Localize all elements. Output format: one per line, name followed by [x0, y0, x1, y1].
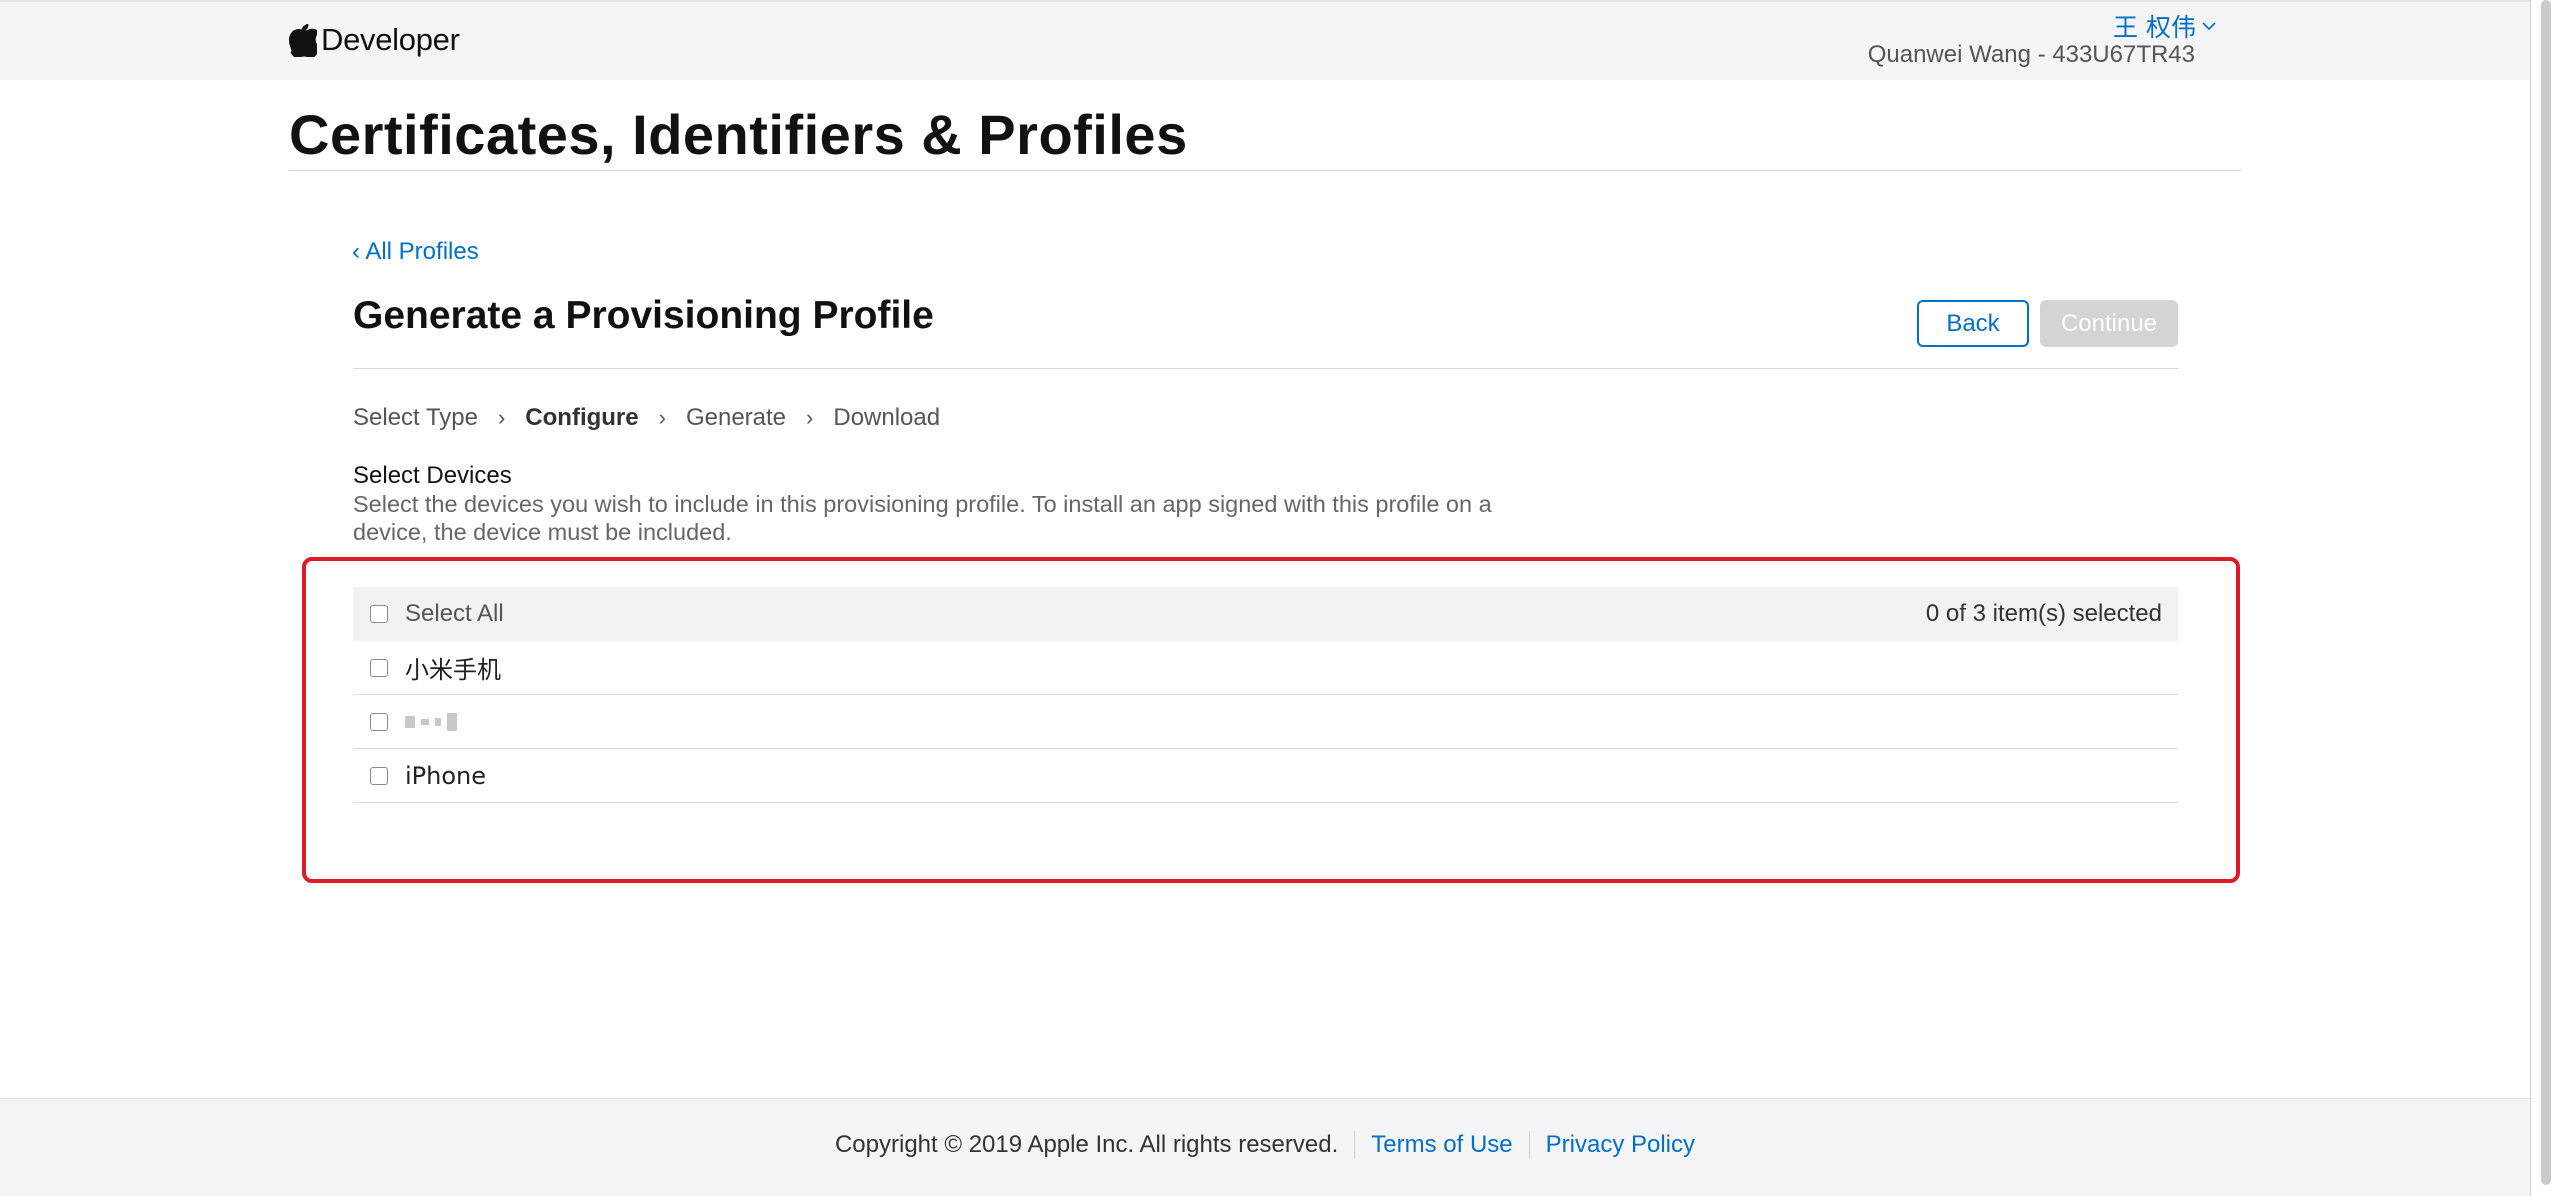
page-title: Certificates, Identifiers & Profiles	[289, 103, 1188, 166]
copyright-text: Copyright © 2019 Apple Inc. All rights r…	[834, 1131, 1339, 1158]
scrollbar-thumb[interactable]	[2541, 0, 2551, 1185]
apple-logo-icon	[289, 23, 317, 57]
devices-heading: Select Devices	[353, 462, 512, 489]
terms-of-use-link[interactable]: Terms of Use	[1371, 1131, 1512, 1159]
chevron-right-icon: ›	[658, 405, 666, 430]
step-generate: Generate	[685, 404, 787, 431]
privacy-policy-link[interactable]: Privacy Policy	[1546, 1131, 1695, 1159]
developer-home-link[interactable]: Developer	[289, 20, 460, 60]
footer-divider	[1528, 1131, 1530, 1159]
step-select-type: Select Type	[353, 404, 478, 431]
device-row[interactable]: 小米手机	[353, 641, 2178, 695]
selected-count: 0 of 3 item(s) selected	[1925, 600, 2162, 627]
device-list-header: Select All 0 of 3 item(s) selected	[353, 587, 2178, 641]
account-name: 王 权伟	[2113, 13, 2196, 42]
back-button[interactable]: Back	[1917, 300, 2029, 347]
select-all-label: Select All	[405, 600, 504, 627]
redacted-device-label	[405, 712, 457, 731]
devices-description: Select the devices you wish to include i…	[353, 491, 1492, 545]
brand-title: Developer	[321, 22, 460, 57]
account-menu[interactable]: 王 权伟	[2113, 8, 2216, 44]
chevron-down-icon	[2202, 22, 2216, 31]
step-download: Download	[833, 404, 941, 431]
section-divider	[353, 368, 2178, 369]
global-header: Developer 王 权伟 Quanwei Wang - 433U67TR43	[0, 0, 2530, 80]
chevron-right-icon: ›	[497, 405, 506, 430]
title-divider	[289, 170, 2241, 171]
device-label: 小米手机	[405, 656, 501, 684]
step-indicator: Select Type › Configure › Generate › Dow…	[353, 402, 940, 434]
device-label: iPhone	[405, 761, 487, 790]
account-team-id: Quanwei Wang - 433U67TR43	[1867, 41, 2195, 68]
device-row[interactable]: iPhone	[353, 749, 2178, 803]
continue-button[interactable]: Continue	[2040, 300, 2178, 347]
step-configure: Configure	[525, 404, 639, 431]
device-checkbox[interactable]	[370, 766, 388, 785]
section-title: Generate a Provisioning Profile	[353, 294, 934, 337]
footer-divider	[1354, 1131, 1356, 1159]
global-footer: Copyright © 2019 Apple Inc. All rights r…	[0, 1098, 2530, 1196]
device-checkbox[interactable]	[370, 712, 388, 731]
select-all-checkbox[interactable]	[370, 605, 388, 623]
chevron-right-icon: ›	[806, 405, 814, 430]
device-checkbox[interactable]	[370, 658, 388, 677]
device-row[interactable]	[353, 695, 2178, 749]
all-profiles-link[interactable]: ‹ All Profiles	[352, 238, 479, 266]
